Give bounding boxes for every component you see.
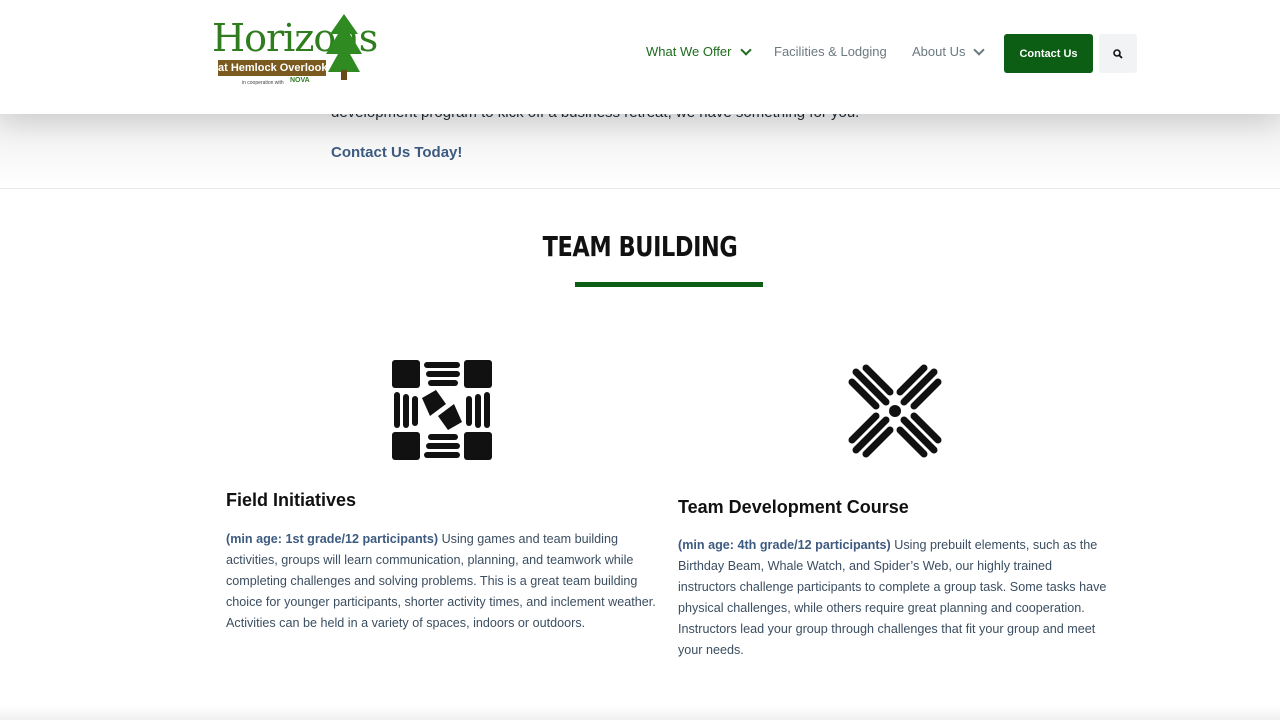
card-age-requirement: (min age: 1st grade/12 participants) [226, 532, 442, 546]
nav-label: About Us [912, 44, 966, 59]
bottom-fade [0, 706, 1280, 720]
logo-subtitle: in cooperation with [242, 80, 284, 86]
chevron-down-icon [973, 43, 986, 56]
nav-facilities-lodging[interactable]: Facilities & Lodging [774, 44, 887, 59]
section-divider [575, 282, 763, 287]
pine-tree-icon [326, 14, 362, 80]
team-circle-icon [848, 364, 942, 458]
site-header: Horizons at Hemlock Overlook in cooperat… [0, 0, 1280, 114]
card-age-requirement: (min age: 4th grade/12 participants) [678, 538, 895, 552]
card-title-field-initiatives: Field Initiatives [226, 490, 357, 510]
nav-label: What We Offer [646, 44, 732, 59]
search-button[interactable] [1099, 34, 1137, 73]
contact-us-today-link[interactable]: Contact Us Today! [331, 144, 462, 161]
contact-us-button[interactable]: Contact Us [1004, 34, 1093, 73]
search-icon [1113, 48, 1123, 59]
card-title-team-development: Team Development Course [678, 497, 909, 517]
card-text-field-initiatives: (min age: 1st grade/12 participants) Usi… [226, 529, 656, 634]
nav-label: Facilities & Lodging [774, 44, 887, 59]
nav-what-we-offer[interactable]: What We Offer [646, 43, 752, 59]
card-text-team-development: (min age: 4th grade/12 participants) Usi… [678, 535, 1110, 661]
logo-banner: at Hemlock Overlook [218, 60, 328, 76]
card-description: Using prebuilt elements, such as the Bir… [678, 538, 1107, 657]
nova-logo: NOVA [290, 77, 310, 84]
stacked-hands-icon [392, 360, 492, 460]
nav-about-us[interactable]: About Us [912, 43, 986, 59]
site-logo[interactable]: Horizons at Hemlock Overlook in cooperat… [212, 14, 378, 94]
card-description: Using games and team building activities… [226, 532, 656, 630]
section-title: TEAM BUILDING [542, 230, 738, 263]
chevron-down-icon [739, 43, 752, 56]
